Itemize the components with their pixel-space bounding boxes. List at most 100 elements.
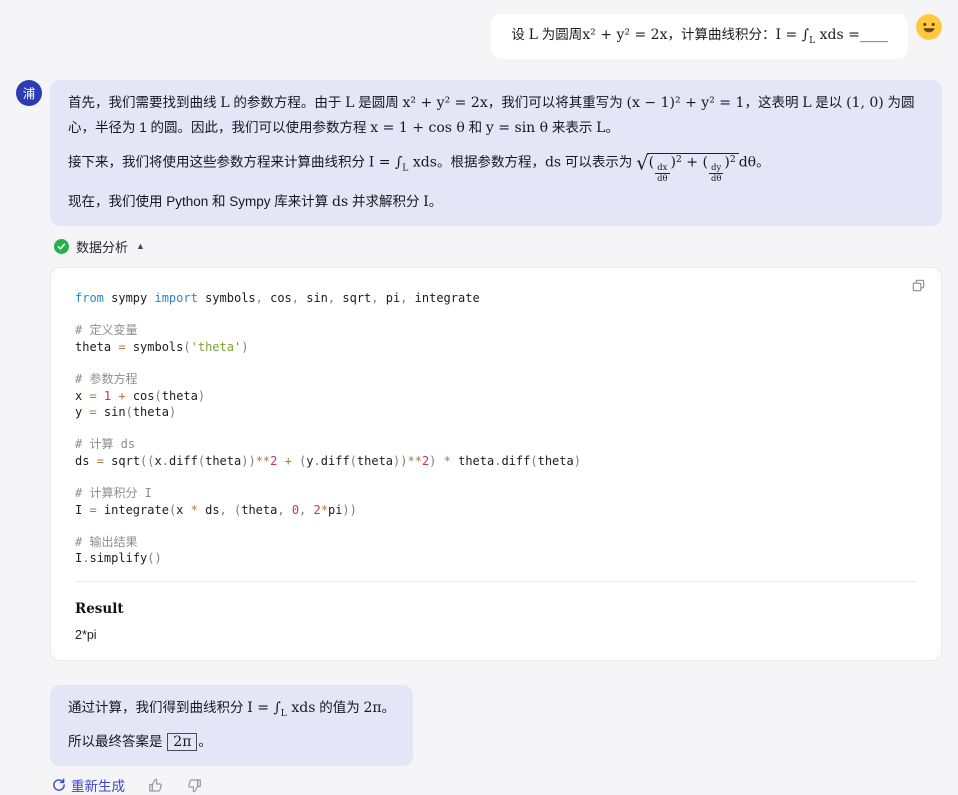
code-token: pi [386,291,400,305]
code-token: # 计算积分 I [75,486,152,500]
result-heading: Result [75,601,917,617]
code-token: ** [256,454,270,468]
text-segment: ____ [860,27,888,43]
collapse-caret-icon: ▲ [136,241,145,251]
assistant-avatar-label: 浦 [23,83,36,102]
code-token: ) [198,389,205,403]
user-message-text: 设 L 为圆周x² + y² = 2x，计算曲线积分：I = ∫L xds =_… [511,27,888,42]
text-segment: 所以最终答案是 [68,734,166,749]
text-segment: 2 [730,154,736,165]
text-segment: x² + y² = 2x [402,95,487,111]
code-token: ( [126,405,133,419]
text-segment: 为圆周 [538,27,582,42]
text-segment: I = ∫ [776,27,810,43]
code-token: = [89,389,103,403]
code-token: ( [183,340,190,354]
code-token: # 输出结果 [75,535,137,549]
code-line: # 计算积分 I [75,485,917,501]
text-segment: 是以 [812,95,847,110]
thumbs-up-icon [147,777,164,794]
assistant-avatar: 浦 [16,80,42,106]
text-segment: 现在，我们使用 Python 和 Sympy 库来计算 [68,194,332,209]
code-token: , [371,291,385,305]
code-token: sqrt [111,454,140,468]
tool-section-toggle[interactable]: 数据分析 ▲ [54,237,145,256]
text-segment: x = 1 + cos θ [370,120,465,136]
code-panel: from sympy import symbols, cos, sin, sqr… [50,267,942,661]
assistant-intro-bubble: 首先，我们需要找到曲线 L 的参数方程。由于 L 是圆周 x² + y² = 2… [50,80,942,226]
code-token: sin [306,291,328,305]
text-segment: dydθ [709,163,723,183]
code-line: ​ [75,420,917,436]
text-segment: 来表示 [548,120,596,135]
result-divider [75,581,917,582]
code-token: * [321,503,328,517]
code-line: ​ [75,306,917,322]
code-line: ​ [75,469,917,485]
text-segment: 首先，我们需要找到曲线 [68,95,220,110]
code-token: ) [241,340,248,354]
text-segment: xds [287,700,316,716]
code-token: y [75,405,89,419]
text-segment: I = ∫ [247,700,281,716]
text-segment: 。根据参数方程， [437,154,545,169]
code-token: pi [328,503,342,517]
text-segment: ds [332,194,348,210]
text-segment: (x − 1)² + y² = 1 [627,95,745,111]
code-token: integrate [415,291,480,305]
code-token: )) [241,454,255,468]
code-token: ( [530,454,537,468]
code-token: )) [342,503,356,517]
code-token: = [97,454,111,468]
code-token: () [147,551,161,565]
code-token: * [436,454,458,468]
code-token: theta [205,454,241,468]
code-line: theta = symbols('theta') [75,339,917,355]
copy-code-button[interactable] [911,278,927,294]
code-token: , [292,291,306,305]
paragraph: 现在，我们使用 Python 和 Sympy 库来计算 ds 并求解积分 I。 [68,190,924,215]
code-token: from [75,291,104,305]
text-segment: xds [408,154,437,170]
code-token: . [162,454,169,468]
refresh-icon [52,778,66,792]
text-segment: 可以表示为 [561,154,636,169]
code-token: cos [270,291,292,305]
copy-icon [911,278,926,293]
code-token: + [111,389,133,403]
code-token: diff [169,454,198,468]
assistant-conclusion-bubble: 通过计算，我们得到曲线积分 I = ∫L xds 的值为 2π。 所以最终答案是… [50,685,413,766]
text-segment: 2π [363,700,381,716]
text-segment: + ( [682,154,708,170]
paragraph: 接下来，我们将使用这些参数方程来计算曲线积分 I = ∫L xds。根据参数方程… [68,147,924,184]
text-segment: 。 [382,700,396,715]
code-token: cos [133,389,155,403]
code-line: from sympy import symbols, cos, sin, sqr… [75,290,917,306]
regenerate-label: 重新生成 [71,775,125,795]
code-token: , [220,503,234,517]
code-token: ) [169,405,176,419]
code-token: ( [155,389,162,403]
code-token: ds [75,454,97,468]
text-segment: ，计算曲线积分： [668,27,776,42]
thumbs-down-icon [186,777,203,794]
user-message-bubble: 设 L 为圆周x² + y² = 2x，计算曲线积分：I = ∫L xds =_… [491,14,908,59]
text-segment: L [529,27,538,43]
regenerate-button[interactable]: 重新生成 [52,775,125,795]
code-token: # 计算 ds [75,437,135,451]
text-segment: 设 [511,27,528,42]
code-line: x = 1 + cos(theta) [75,388,917,404]
thumbs-up-button[interactable] [147,777,164,794]
code-token: I [75,503,89,517]
text-segment: (1, 0) [846,95,884,111]
code-token: ) [574,454,581,468]
text-segment: 接下来，我们将使用这些参数方程来计算曲线积分 [68,154,369,169]
conclusion-line: 通过计算，我们得到曲线积分 I = ∫L xds 的值为 2π。 [68,695,395,723]
text-segment: 。 [756,154,770,169]
code-block: from sympy import symbols, cos, sin, sqr… [75,290,917,567]
text-segment: xds = [815,27,860,43]
code-token: x [75,389,89,403]
thumbs-down-button[interactable] [186,777,203,794]
code-line: ds = sqrt((x.diff(theta))**2 + (y.diff(t… [75,453,917,469]
text-segment: 并求解积分 [348,194,423,209]
